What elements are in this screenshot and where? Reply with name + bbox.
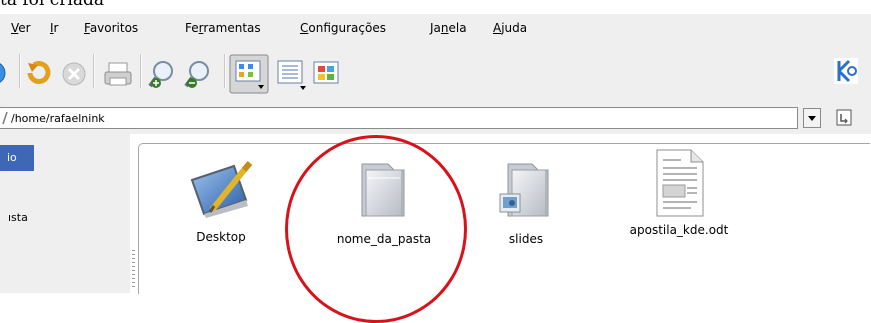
file-label: Desktop	[196, 230, 246, 244]
location-dropdown-button[interactable]	[803, 108, 821, 128]
tile-view-icon[interactable]	[313, 61, 339, 85]
sidebar-item-label: io	[7, 151, 17, 164]
toolbar-separator	[140, 54, 142, 88]
document-icon	[656, 149, 704, 217]
icon-view-icon[interactable]	[229, 54, 269, 94]
image-folder-icon	[499, 163, 549, 217]
file-label: apostila_kde.odt	[629, 223, 729, 237]
location-input[interactable]: /home/rafaelnink	[0, 107, 798, 129]
chevron-down-icon	[808, 116, 816, 121]
menu-ver[interactable]: Ver	[11, 21, 31, 35]
toolbar-separator	[93, 54, 95, 88]
detail-view-icon[interactable]	[272, 56, 312, 92]
stop-icon[interactable]	[61, 61, 87, 87]
menu-favoritos[interactable]: Favoritos	[84, 21, 138, 35]
file-item-apostila-kde[interactable]: apostila_kde.odt	[614, 148, 744, 237]
sidebar: io ısta	[0, 134, 130, 293]
highlight-circle	[285, 135, 467, 323]
file-item-desktop[interactable]: Desktop	[161, 160, 281, 244]
menu-configuracoes[interactable]: Configurações	[300, 21, 386, 35]
sidebar-item[interactable]: ısta	[8, 211, 28, 224]
menu-janela[interactable]: Janela	[430, 21, 467, 35]
toolbar-separator	[19, 54, 21, 88]
home-icon[interactable]	[0, 61, 10, 85]
location-bar: /home/rafaelnink	[0, 104, 871, 134]
zoom-in-icon[interactable]	[148, 60, 180, 90]
toolbar-separator	[224, 54, 226, 88]
zoom-out-icon[interactable]	[184, 60, 216, 90]
kde-icon	[834, 58, 858, 84]
menu-ajuda[interactable]: Ajuda	[493, 21, 527, 35]
print-icon[interactable]	[103, 62, 133, 88]
document-caption: ta foi criada	[0, 0, 104, 10]
file-view: Desktop nome_da_pasta slides apostila_kd…	[138, 143, 870, 294]
location-path: /home/rafaelnink	[11, 112, 105, 125]
toolbar	[0, 42, 871, 104]
menu-ir[interactable]: Ir	[50, 21, 58, 35]
file-item-slides[interactable]: slides	[466, 160, 586, 246]
reload-icon[interactable]	[26, 60, 54, 86]
menu-ferramentas[interactable]: Ferramentas	[185, 21, 261, 35]
sidebar-item-selected[interactable]: io	[0, 145, 34, 171]
menu-bar: Ver Ir Favoritos Ferramentas Configuraçõ…	[0, 14, 871, 42]
desktop-folder-icon	[190, 161, 253, 218]
file-label: slides	[508, 232, 544, 246]
folder-small-icon	[2, 111, 8, 125]
go-icon[interactable]	[834, 108, 854, 128]
splitter-grip[interactable]	[132, 250, 135, 290]
